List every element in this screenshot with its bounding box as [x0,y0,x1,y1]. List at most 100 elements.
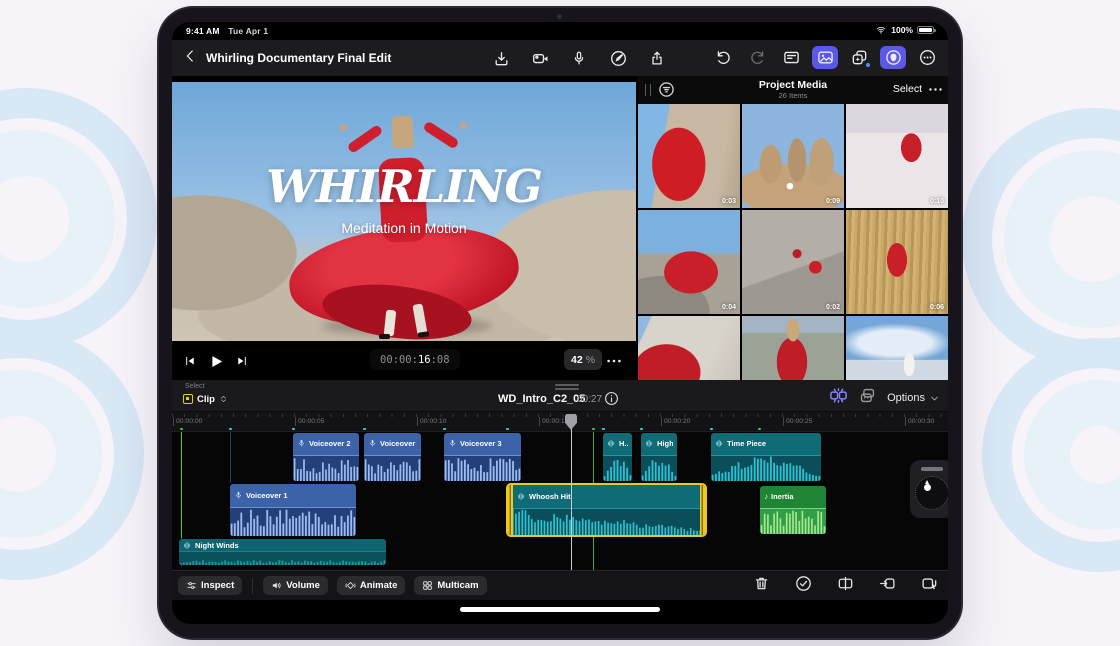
play-button[interactable] [206,351,226,371]
media-thumbnail[interactable] [846,316,948,380]
top-toolbar: Whirling Documentary Final Edit [172,40,948,76]
audio-wave-icon [183,541,192,550]
back-button[interactable] [180,48,200,68]
more-button[interactable] [914,46,940,69]
timeline-clip-voiceover-2b[interactable]: Voiceover 2 [363,432,422,482]
clip-label: Voiceover 1 [246,491,288,500]
insert-clip-button[interactable] [878,575,896,593]
timeline-drag-handle[interactable] [555,384,579,392]
next-frame-button[interactable] [234,353,250,369]
media-thumbnail[interactable] [638,316,740,380]
share-button[interactable] [644,47,670,70]
music-note-icon: ♪ [764,493,768,501]
subtitle-overlay: Meditation in Motion [172,220,636,236]
delete-button[interactable] [752,575,770,593]
connected-clips-button[interactable] [859,387,876,409]
import-icon [493,50,510,67]
microphone-icon [571,50,587,67]
clip-duration-badge: 0:09 [826,198,840,205]
home-indicator[interactable] [460,607,660,612]
timeline-clip-time-piece[interactable]: Time Piece [710,432,822,482]
options-button[interactable]: Options [887,392,940,404]
media-thumbnail[interactable]: 0:06 [846,210,948,314]
media-thumbnail[interactable]: 0:04 [638,210,740,314]
magnetic-timeline-button[interactable] [829,386,848,410]
skip-forward-icon [236,355,248,367]
status-bar: 9:41 AM Tue Apr 1 100% [172,22,948,40]
media-browser-panel: Project Media 26 Items Select 0:03 0:09 … [637,76,948,380]
effects-button[interactable] [846,46,872,69]
media-thumbnail[interactable] [742,316,844,380]
zoom-level-control[interactable]: 42% [564,349,602,370]
battery-icon [917,26,934,35]
decorative-ring [962,108,1120,370]
inspect-button[interactable]: Inspect [178,576,242,595]
front-camera [557,14,562,19]
mic-icon [297,439,306,448]
timeline-tracks: Voiceover 2 Voiceover 2 Voiceover 3 H...… [172,432,948,570]
effects-badge-dot [866,63,871,68]
undo-button[interactable] [710,46,736,69]
wifi-icon [875,25,887,35]
insert-icon [879,575,896,592]
select-button[interactable]: Select [893,83,922,95]
timeline-clip-voiceover-1[interactable]: Voiceover 1 [229,483,357,537]
media-browser-button[interactable] [812,46,838,69]
status-time: 9:41 AM [186,26,220,36]
overlapping-frames-icon [859,387,876,404]
media-thumbnail[interactable]: 0:02 [742,210,844,314]
timeline-clip-voiceover-2[interactable]: Voiceover 2 [292,432,360,482]
ruler-label: 00:00:10 [417,417,446,426]
titles-button[interactable] [778,46,804,69]
timeline-clip-whoosh-hit-selected[interactable]: Whoosh Hit [506,483,707,537]
title-overlay: WHIRLING [172,160,636,213]
viewer-panel: WHIRLING Meditation in Motion 00:00:16:0… [172,76,636,380]
selected-clip-name: WD_Intro_C2_05 [498,393,585,405]
timeline-ruler[interactable]: 00:00:00 00:00:05 00:00:10 00:00:15 00:0… [172,412,948,432]
pencil-tool-button[interactable] [605,47,631,70]
clip-label: Time Piece [727,439,766,448]
redo-button[interactable] [744,46,770,69]
media-more-button[interactable] [927,82,943,98]
bottom-toolbar: Inspect Volume Animate Multicam [172,570,948,600]
clip-duration-badge: 0:02 [826,304,840,311]
timeline-clip-h[interactable]: H... [602,432,633,482]
jog-wheel-widget[interactable] [910,460,948,518]
record-voiceover-button[interactable] [566,47,592,70]
timeline-clip-high[interactable]: High... [640,432,678,482]
transport-controls: 00:00:16:08 42% [172,341,636,380]
animate-button[interactable]: Animate [337,576,405,595]
previous-frame-button[interactable] [182,353,198,369]
undo-icon [715,49,732,66]
overwrite-clip-button[interactable] [920,575,938,593]
viewer-more-button[interactable] [605,352,623,370]
approve-button[interactable] [794,575,812,593]
ipad-device-frame: 9:41 AM Tue Apr 1 100% Whirling Document… [159,8,961,638]
status-date: Tue Apr 1 [228,26,268,36]
media-thumbnail[interactable]: 0:10 [846,104,948,208]
media-thumbnail[interactable]: 0:09 [742,104,844,208]
jog-drag-handle[interactable] [921,467,943,471]
split-clip-button[interactable] [836,575,854,593]
clip-label: Voiceover 2 [309,439,351,448]
volume-button[interactable]: Volume [263,576,328,595]
jog-dial[interactable] [915,476,948,510]
ruler-label: 00:00:15 [539,417,568,426]
video-preview[interactable]: WHIRLING Meditation in Motion [172,82,636,341]
record-video-button[interactable] [527,47,553,70]
tool-mode-label: Select [185,383,204,390]
timeline-clip-inertia[interactable]: ♪Inertia [759,485,827,535]
clip-edge-guide [230,432,232,483]
timeline-clip-voiceover-3[interactable]: Voiceover 3 [443,432,522,482]
import-button[interactable] [488,47,514,70]
clip-info-button[interactable] [604,391,619,406]
timecode-display[interactable]: 00:00:16:08 [370,349,460,370]
clip-tool-selector[interactable]: Clip [183,393,228,405]
jog-wheel-toggle-button[interactable] [880,46,906,69]
media-thumbnail-grid: 0:03 0:09 0:10 0:04 0:02 0:06 [638,104,948,380]
multicam-button[interactable]: Multicam [414,576,486,595]
media-panel-header: Project Media 26 Items Select [638,76,948,104]
media-thumbnail[interactable]: 0:03 [638,104,740,208]
play-icon [209,354,224,369]
timeline-clip-night-winds[interactable]: Night Winds [178,538,387,566]
